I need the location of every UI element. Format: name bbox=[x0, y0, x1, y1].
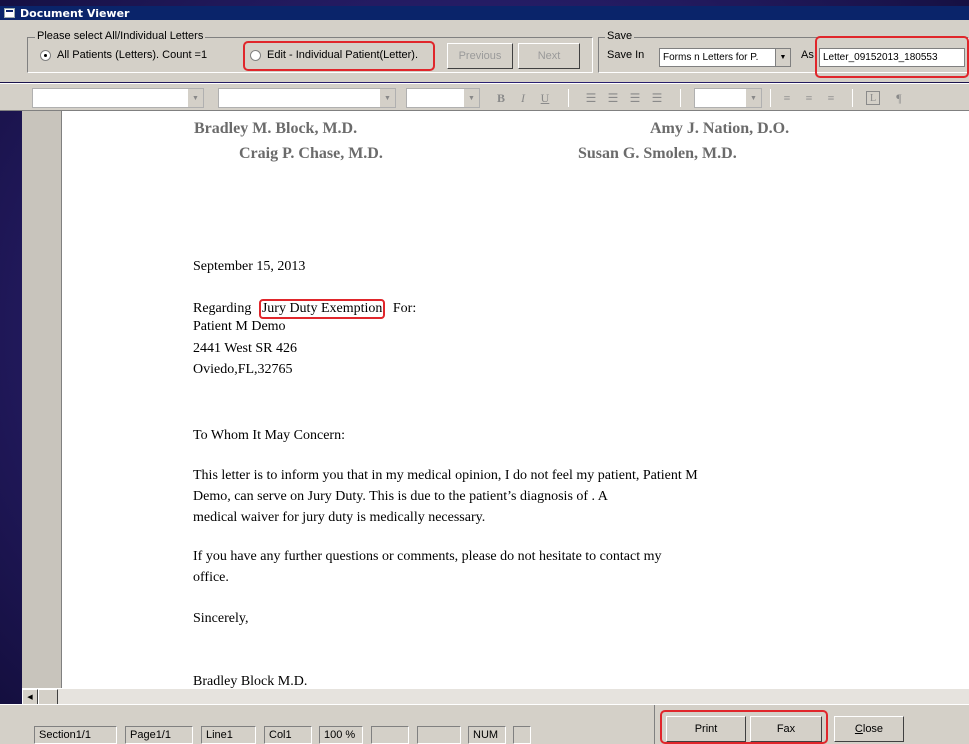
fax-button[interactable]: Fax bbox=[750, 716, 822, 742]
status-section: Section1/1 bbox=[34, 726, 117, 744]
chevron-down-icon[interactable]: ▼ bbox=[188, 89, 203, 107]
indent-icon[interactable]: ≡ bbox=[822, 89, 840, 107]
status-panel-blank-1 bbox=[371, 726, 409, 744]
filename-input[interactable]: Letter_09152013_180553 bbox=[819, 48, 965, 67]
close-button[interactable]: Close bbox=[834, 716, 904, 742]
close-button-mnemonic: C bbox=[854, 723, 863, 735]
save-in-label: Save In bbox=[607, 49, 645, 61]
previous-button[interactable]: Previous bbox=[447, 43, 513, 69]
window-icon bbox=[4, 8, 15, 18]
chevron-down-icon[interactable]: ▼ bbox=[464, 89, 479, 107]
body-paragraph-2-line-1: If you have any further questions or com… bbox=[193, 549, 662, 564]
body-paragraph-1-line-1: This letter is to inform you that in my … bbox=[193, 468, 698, 483]
font-select[interactable]: ▼ bbox=[218, 88, 396, 108]
status-line: Line1 bbox=[201, 726, 256, 744]
status-panel-blank-2 bbox=[417, 726, 461, 744]
italic-button[interactable]: I bbox=[514, 89, 532, 107]
closing: Sincerely, bbox=[193, 611, 249, 626]
select-letters-legend: Please select All/Individual Letters bbox=[35, 30, 206, 42]
save-in-value: Forms n Letters for P. bbox=[663, 52, 759, 63]
bold-button[interactable]: B bbox=[492, 89, 510, 107]
header-doctor-4: Susan G. Smolen, M.D. bbox=[578, 145, 737, 162]
format-toolbar: ▼ ▼ ▼ B I U ☰ ☰ ☰ ☰ ▼ ≡ ≡ ≡ L ¶ bbox=[0, 83, 969, 111]
toolbar-separator bbox=[770, 89, 771, 107]
tab-stop-icon[interactable]: L bbox=[866, 91, 880, 105]
align-justify-icon[interactable]: ☰ bbox=[648, 89, 666, 107]
patient-name: Patient M Demo bbox=[193, 319, 286, 334]
toolbar-separator bbox=[852, 89, 853, 107]
status-page: Page1/1 bbox=[125, 726, 193, 744]
regarding-prefix: Regarding bbox=[193, 301, 252, 316]
header-doctor-3: Craig P. Chase, M.D. bbox=[239, 145, 383, 162]
as-label: As bbox=[801, 49, 814, 61]
scroll-thumb[interactable] bbox=[38, 689, 58, 705]
save-in-select[interactable]: Forms n Letters for P. ▼ bbox=[659, 48, 791, 67]
style-select[interactable]: ▼ bbox=[32, 88, 204, 108]
radio-selected-icon bbox=[40, 49, 51, 61]
letter-date: September 15, 2013 bbox=[193, 259, 306, 274]
save-legend: Save bbox=[605, 30, 635, 42]
toolbar-separator bbox=[568, 89, 569, 107]
salutation: To Whom It May Concern: bbox=[193, 428, 345, 443]
regarding-line: Regarding Jury Duty Exemption For: bbox=[193, 299, 416, 319]
chevron-down-icon[interactable]: ▼ bbox=[380, 89, 395, 107]
radio-unselected-icon bbox=[250, 49, 261, 61]
document-viewer-window: Document Viewer Please select All/Indivi… bbox=[0, 0, 969, 744]
edit-individual-label: Edit - Individual Patient(Letter). bbox=[267, 49, 419, 61]
font-size-select[interactable]: ▼ bbox=[406, 88, 480, 108]
status-panel-blank-3 bbox=[513, 726, 531, 744]
signature: Bradley Block M.D. bbox=[193, 674, 308, 688]
chevron-down-icon[interactable]: ▼ bbox=[746, 89, 761, 107]
all-patients-radio[interactable]: All Patients (Letters). Count =1 bbox=[40, 49, 207, 61]
underline-button[interactable]: U bbox=[536, 89, 554, 107]
document-area[interactable]: Bradley M. Block, M.D. Amy J. Nation, D.… bbox=[22, 111, 969, 688]
edit-individual-radio[interactable]: Edit - Individual Patient(Letter). bbox=[250, 49, 418, 61]
align-right-icon[interactable]: ☰ bbox=[626, 89, 644, 107]
close-button-label-rest: lose bbox=[862, 723, 884, 735]
header-doctor-2: Amy J. Nation, D.O. bbox=[650, 120, 790, 137]
align-left-icon[interactable]: ☰ bbox=[582, 89, 600, 107]
all-patients-label: All Patients (Letters). Count =1 bbox=[57, 49, 208, 61]
body-paragraph-2-line-2: office. bbox=[193, 570, 229, 585]
toolbar-separator bbox=[680, 89, 681, 107]
chevron-down-icon[interactable]: ▼ bbox=[775, 49, 790, 66]
numbered-list-icon[interactable]: ≡ bbox=[778, 89, 796, 107]
address-line-2: Oviedo,FL,32765 bbox=[193, 362, 293, 377]
body-paragraph-1-line-3: medical waiver for jury duty is medicall… bbox=[193, 510, 486, 525]
print-button[interactable]: Print bbox=[666, 716, 746, 742]
status-col: Col1 bbox=[264, 726, 312, 744]
body-paragraph-1-line-2: Demo, can serve on Jury Duty. This is du… bbox=[193, 489, 608, 504]
horizontal-scrollbar[interactable]: ◀ bbox=[22, 688, 969, 705]
bullet-list-icon[interactable]: ≡ bbox=[800, 89, 818, 107]
zoom-select[interactable]: ▼ bbox=[694, 88, 762, 108]
title-bar: Document Viewer bbox=[0, 6, 969, 20]
header-doctor-1: Bradley M. Block, M.D. bbox=[194, 120, 358, 137]
scroll-left-icon[interactable]: ◀ bbox=[22, 689, 38, 705]
status-num: NUM bbox=[468, 726, 506, 744]
letter-page: Bradley M. Block, M.D. Amy J. Nation, D.… bbox=[22, 111, 969, 688]
regarding-subject: Jury Duty Exemption bbox=[258, 299, 386, 319]
next-button[interactable]: Next bbox=[518, 43, 580, 69]
align-center-icon[interactable]: ☰ bbox=[604, 89, 622, 107]
regarding-suffix: For: bbox=[392, 301, 417, 316]
window-title: Document Viewer bbox=[20, 6, 130, 20]
show-formatting-button[interactable]: ¶ bbox=[890, 89, 908, 107]
address-line-1: 2441 West SR 426 bbox=[193, 341, 298, 356]
status-zoom: 100 % bbox=[319, 726, 363, 744]
left-margin-gutter bbox=[22, 111, 62, 688]
